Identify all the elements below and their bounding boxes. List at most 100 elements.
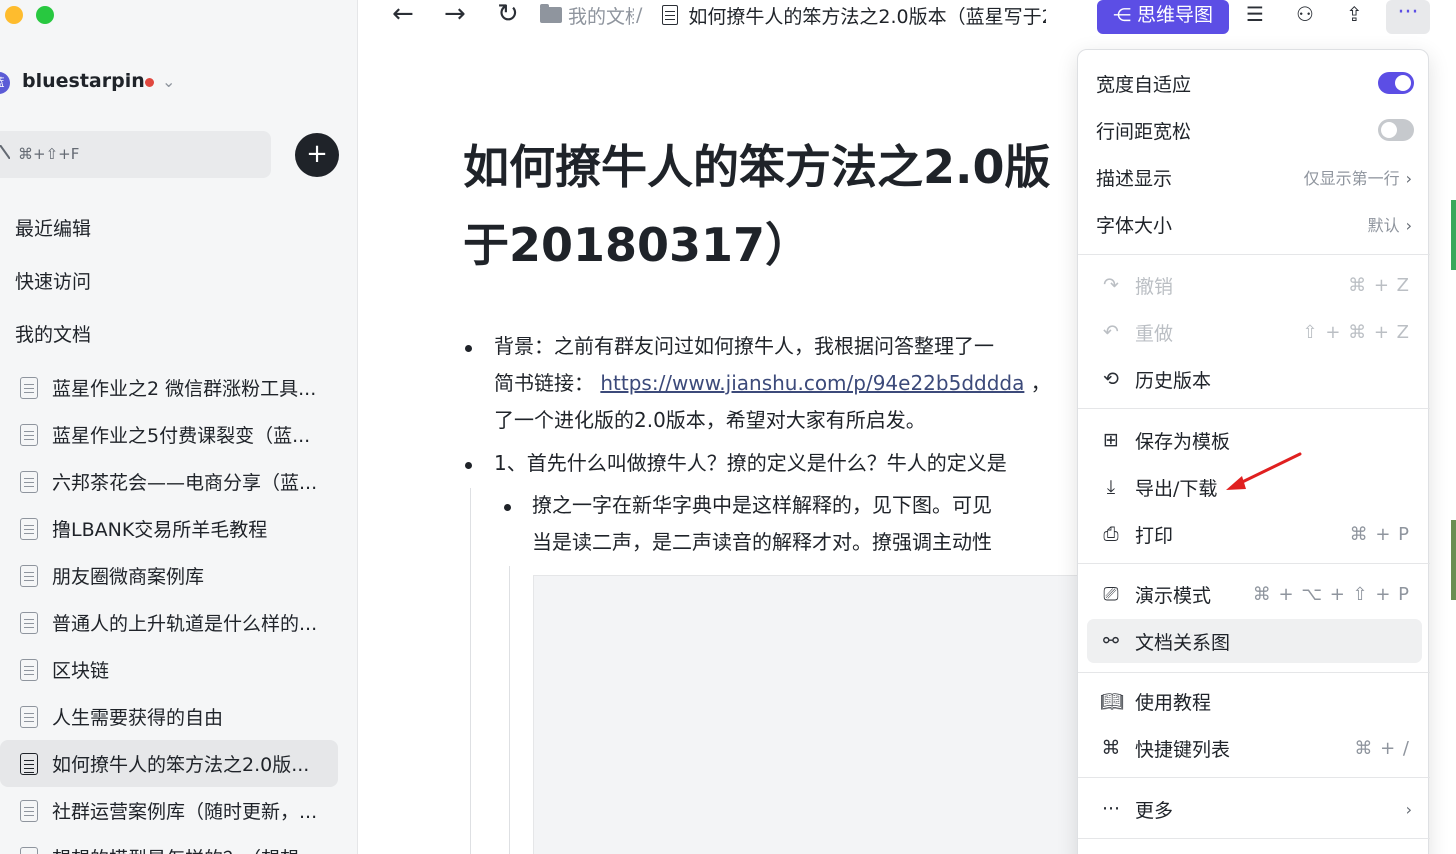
divider: [1078, 777, 1430, 778]
list-item[interactable]: 六邦茶花会——电商分享（蓝...: [0, 458, 357, 505]
breadcrumb-folder[interactable]: 我的文档: [568, 2, 634, 29]
text: 简书链接：: [494, 371, 594, 395]
sidebar-item-label: 最近编辑: [15, 218, 92, 240]
menu-item-width-adapt[interactable]: 宽度自适应: [1078, 61, 1430, 105]
template-grid-icon: ⊞: [1103, 429, 1119, 451]
toggle-knob: [1381, 122, 1397, 138]
list-item-label: 撸LBANK交易所羊毛教程: [52, 519, 268, 541]
menu-item-label: 描述显示: [1096, 167, 1173, 190]
menu-item-desc-display[interactable]: 描述显示 仅显示第一行 ›: [1078, 155, 1430, 199]
document-icon: [20, 517, 38, 540]
list-item-label: 想想的模型是怎样的？（想想...: [52, 844, 337, 854]
sidebar-item-my-docs[interactable]: 我的文档: [15, 320, 91, 347]
background-window-edge: [1451, 200, 1456, 270]
document-icon: [20, 658, 38, 681]
paragraph-line[interactable]: 当是读二声，是二声读音的解释才对。撩强调主动性: [532, 524, 992, 561]
document-icon: [20, 423, 38, 446]
bullet: [465, 462, 472, 469]
menu-item-undo[interactable]: ↷ 撤销 ⌘ + Z: [1078, 263, 1430, 307]
mindmap-label: 思维导图: [1136, 4, 1213, 26]
list-item[interactable]: 区块链: [0, 646, 357, 693]
mindmap-button[interactable]: ⋲ 思维导图: [1097, 0, 1229, 34]
menu-item-value: 仅显示第一行 ›: [1304, 165, 1412, 189]
menu-item-relation-graph[interactable]: ⚯ 文档关系图: [1087, 619, 1422, 663]
collaborators-icon[interactable]: ⚇: [1296, 0, 1314, 28]
line-spacing-toggle[interactable]: [1378, 119, 1414, 141]
book-icon: 📖︎: [1100, 690, 1125, 713]
refresh-icon[interactable]: ↻: [497, 0, 519, 28]
paragraph-line[interactable]: 背景：之前有群友问过如何撩牛人，我根据问答整理了一: [494, 328, 994, 365]
list-item-active[interactable]: 如何撩牛人的笨方法之2.0版...: [0, 740, 338, 787]
paragraph-line[interactable]: 简书链接： https://www.jianshu.com/p/94e22b5d…: [494, 365, 1051, 402]
sidebar-item-quick-access[interactable]: 快速访问: [15, 267, 91, 294]
shortcut-label: ⌘ + /: [1354, 737, 1410, 759]
search-shortcut: ⌘+⇧+F: [18, 145, 80, 163]
annotation-arrow: [1226, 452, 1302, 490]
menu-item-label: 文档关系图: [1135, 631, 1231, 654]
menu-item-tutorial[interactable]: 📖︎ 使用教程: [1078, 679, 1430, 723]
menu-item-label: 打印: [1135, 524, 1174, 547]
background-window-edge: [1451, 520, 1456, 600]
undo-icon: ↷: [1103, 274, 1119, 296]
chevron-right-icon: ›: [1405, 799, 1412, 819]
page-title[interactable]: 如何撩牛人的笨方法之2.0版 于20180317）: [463, 128, 1103, 284]
list-item[interactable]: 蓝星作业之2 微信群涨粉工具...: [0, 364, 357, 411]
breadcrumb-title[interactable]: 如何撩牛人的笨方法之2.0版本（蓝星写于20180317）: [688, 2, 1046, 29]
list-item[interactable]: 朋友圈微商案例库: [0, 552, 357, 599]
menu-item-label: 宽度自适应: [1096, 73, 1192, 96]
more-button[interactable]: ···: [1386, 0, 1430, 34]
list-item[interactable]: 人生需要获得的自由: [0, 693, 357, 740]
value-text: 默认: [1367, 216, 1400, 235]
sidebar-item-recent[interactable]: 最近编辑: [15, 214, 91, 241]
menu-item-more[interactable]: ··· 更多 ›: [1078, 787, 1430, 831]
menu-item-label: 导出/下载: [1135, 477, 1218, 500]
menu-item-shortcuts[interactable]: ⌘ 快捷键列表 ⌘ + /: [1078, 726, 1430, 770]
menu-item-label: 快捷键列表: [1135, 738, 1231, 761]
shortcut-label: ⌘ + ⌥ + ⇧ + P: [1252, 583, 1410, 605]
document-icon: [20, 376, 38, 399]
list-item-label: 六邦茶花会——电商分享（蓝...: [52, 472, 318, 494]
menu-item-label: 行间距宽松: [1096, 120, 1192, 143]
toggle-knob: [1395, 75, 1411, 91]
menu-item-present[interactable]: ⎚ 演示模式 ⌘ + ⌥ + ⇧ + P: [1078, 572, 1430, 616]
history-icon: ⟲: [1103, 368, 1119, 390]
forward-arrow-icon[interactable]: →: [444, 0, 466, 28]
zoom-button[interactable]: [36, 6, 54, 24]
menu-item-history[interactable]: ⟲ 历史版本: [1078, 357, 1430, 401]
top-toolbar: ← → ↻ 我的文档 / 如何撩牛人的笨方法之2.0版本（蓝星写于2018031…: [358, 0, 1456, 36]
menu-item-redo[interactable]: ↶ 重做 ⇧ + ⌘ + Z: [1078, 310, 1430, 354]
paragraph-line[interactable]: 1、首先什么叫做撩牛人？撩的定义是什么？牛人的定义是: [494, 445, 1007, 482]
list-item[interactable]: 普通人的上升轨道是什么样的...: [0, 599, 357, 646]
width-adapt-toggle[interactable]: [1378, 72, 1414, 94]
list-item[interactable]: 社群运营案例库（随时更新，...: [0, 787, 357, 834]
chevron-right-icon: ›: [1405, 216, 1412, 235]
list-item-label: 社群运营案例库（随时更新，...: [52, 801, 318, 823]
back-arrow-icon[interactable]: ←: [392, 0, 414, 28]
list-item[interactable]: 蓝星作业之5付费课裂变（蓝...: [0, 411, 357, 458]
minimize-button[interactable]: [5, 6, 23, 24]
list-item[interactable]: 撸LBANK交易所羊毛教程: [0, 505, 357, 552]
outline-search-icon[interactable]: ☰: [1246, 0, 1264, 28]
embedded-image[interactable]: [533, 575, 1093, 854]
bullet: [504, 504, 511, 511]
menu-item-label: 字体大小: [1096, 214, 1173, 237]
paragraph-line[interactable]: 了一个进化版的2.0版本，希望对大家有所启发。: [494, 402, 926, 439]
menu-item-label: 保存为模板: [1135, 430, 1231, 453]
paragraph-line[interactable]: 撩之一字在新华字典中是这样解释的，见下图。可见: [532, 487, 992, 524]
workspace-name: bluestarpin: [22, 70, 145, 92]
menu-item-font-size[interactable]: 字体大小 默认 ›: [1078, 202, 1430, 246]
title-line: 如何撩牛人的笨方法之2.0版: [463, 140, 1051, 194]
search-input[interactable]: ⌘+⇧+F: [0, 131, 271, 178]
list-item[interactable]: 想想的模型是怎样的？（想想...: [0, 834, 357, 854]
jianshu-link[interactable]: https://www.jianshu.com/p/94e22b5dddda: [600, 371, 1024, 395]
bullet: [465, 345, 472, 352]
shortcut-label: ⇧ + ⌘ + Z: [1302, 321, 1410, 343]
title-line: 于20180317）: [463, 218, 812, 272]
menu-item-print[interactable]: ⎙ 打印 ⌘ + P: [1078, 512, 1430, 556]
list-item-label: 如何撩牛人的笨方法之2.0版...: [52, 754, 310, 776]
share-icon[interactable]: ⇪: [1346, 0, 1363, 28]
add-button[interactable]: +: [295, 133, 339, 177]
menu-item-line-spacing[interactable]: 行间距宽松: [1078, 108, 1430, 152]
ellipsis-icon: ···: [1101, 798, 1121, 820]
divider: [1078, 254, 1430, 255]
